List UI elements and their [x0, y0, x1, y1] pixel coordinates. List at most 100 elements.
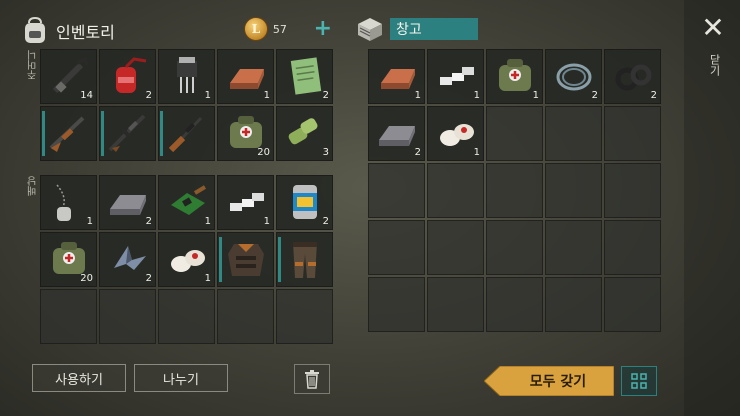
copper-ingot-icon — [381, 69, 415, 89]
trash-icon — [305, 370, 319, 389]
storage-slot[interactable]: 2 — [545, 49, 602, 104]
item-quantity: 20 — [257, 147, 270, 158]
circuit-board-icon — [171, 185, 207, 215]
storage-slot[interactable] — [604, 106, 661, 161]
add-coins-button[interactable]: + — [314, 18, 332, 40]
pocket-slot[interactable]: 2 — [276, 49, 333, 104]
split-button[interactable]: 나누기 — [134, 364, 228, 392]
storage-slot[interactable] — [427, 277, 484, 332]
grid-view-icon — [631, 373, 647, 389]
storage-slot[interactable] — [368, 163, 425, 218]
item-quantity: 2 — [145, 273, 152, 284]
storage-slot[interactable] — [486, 277, 543, 332]
backpack-slot[interactable]: 2 — [99, 175, 156, 230]
item-quantity: 1 — [263, 216, 270, 227]
trash-button[interactable] — [294, 364, 330, 394]
pocket-slot[interactable]: 14 — [40, 49, 97, 104]
storage-slot[interactable] — [486, 220, 543, 275]
backpack-slot[interactable] — [99, 289, 156, 344]
storage-slot[interactable] — [545, 163, 602, 218]
storage-slot[interactable] — [604, 163, 661, 218]
pockets-grid: 14 2 1 1 2 20 3 — [40, 49, 333, 161]
item-quantity: 1 — [532, 90, 539, 101]
shotgun-icon — [49, 116, 85, 152]
backpack-slot[interactable]: 1 — [217, 175, 274, 230]
pocket-slot[interactable]: 1 — [158, 49, 215, 104]
backpack-slot[interactable]: 20 — [40, 232, 97, 287]
backpack-slot[interactable] — [40, 289, 97, 344]
backpack-icon — [25, 17, 45, 43]
storage-slot[interactable]: 1 — [368, 49, 425, 104]
item-quantity: 2 — [414, 147, 421, 158]
rubber-rings-icon — [615, 64, 652, 91]
storage-slot[interactable] — [604, 277, 661, 332]
wire-coil-icon — [556, 63, 592, 91]
backpack-slot[interactable]: 1 — [158, 175, 215, 230]
storage-slot[interactable] — [545, 277, 602, 332]
storage-slot[interactable] — [368, 220, 425, 275]
take-all-label: 모두 갖기 — [529, 374, 587, 390]
item-quantity: 1 — [263, 90, 270, 101]
sort-grid-button[interactable] — [621, 366, 657, 396]
take-all-button[interactable]: 모두 갖기 — [484, 366, 614, 396]
backpack-slot[interactable] — [217, 289, 274, 344]
item-quantity: 2 — [322, 90, 329, 101]
backpack-slot[interactable]: 1 — [40, 175, 97, 230]
notebook-icon — [290, 57, 322, 95]
backpack-label: 배낭 — [28, 176, 39, 196]
iron-ingot-icon — [110, 195, 146, 215]
storage-slot[interactable]: 2 — [604, 49, 661, 104]
aluminum-bars-icon — [230, 193, 264, 211]
item-quantity: 1 — [204, 90, 211, 101]
durability-bar — [42, 111, 45, 156]
storage-slot[interactable]: 1 — [486, 49, 543, 104]
backpack-slot[interactable] — [276, 232, 333, 287]
backpack-slot[interactable] — [276, 289, 333, 344]
storage-grid: 1 1 1 2 2 2 1 — [368, 49, 661, 332]
ammo-cans-icon — [288, 118, 318, 145]
storage-slot[interactable] — [368, 277, 425, 332]
aluminum-bars-icon — [440, 67, 474, 85]
backpack-slot[interactable]: 2 — [276, 175, 333, 230]
storage-slot[interactable]: 2 — [368, 106, 425, 161]
bandage-icon — [171, 250, 205, 272]
medkit-bag-icon — [499, 59, 531, 91]
armored-pants-icon — [293, 242, 317, 278]
backpack-slot[interactable]: 2 — [99, 232, 156, 287]
backpack-slot[interactable] — [158, 289, 215, 344]
storage-slot[interactable] — [545, 220, 602, 275]
item-quantity: 20 — [80, 273, 93, 284]
transistor-icon — [177, 57, 197, 93]
hunting-rifle-icon — [168, 116, 203, 153]
scrap-metal-icon — [114, 246, 146, 270]
item-quantity: 3 — [322, 147, 329, 158]
use-button[interactable]: 사용하기 — [32, 364, 126, 392]
durability-bar — [219, 237, 222, 282]
backpack-slot[interactable]: 1 — [158, 232, 215, 287]
storage-slot[interactable] — [545, 106, 602, 161]
close-button[interactable]: ✕ — [700, 14, 726, 42]
backpack-slot[interactable] — [217, 232, 274, 287]
item-quantity: 1 — [473, 90, 480, 101]
storage-slot[interactable] — [486, 163, 543, 218]
pocket-slot[interactable]: 3 — [276, 106, 333, 161]
pocket-slot[interactable]: 20 — [217, 106, 274, 161]
pocket-slot[interactable] — [99, 106, 156, 161]
assault-rifle-icon — [108, 114, 146, 152]
pockets-label: 주머니 — [28, 50, 39, 80]
pocket-slot[interactable]: 1 — [217, 49, 274, 104]
storage-slot[interactable] — [604, 220, 661, 275]
storage-slot[interactable]: 1 — [427, 106, 484, 161]
pocket-slot[interactable]: 2 — [99, 49, 156, 104]
storage-slot[interactable] — [427, 163, 484, 218]
backpack-grid: 1 2 1 1 2 20 2 1 — [40, 175, 333, 344]
storage-slot[interactable] — [486, 106, 543, 161]
item-quantity: 2 — [145, 216, 152, 227]
durability-bar — [160, 111, 163, 156]
inventory-title: 인벤토리 — [56, 23, 115, 42]
storage-slot[interactable] — [427, 220, 484, 275]
pocket-slot[interactable] — [158, 106, 215, 161]
pocket-slot[interactable] — [40, 106, 97, 161]
dog-tags-icon — [56, 184, 71, 221]
storage-slot[interactable]: 1 — [427, 49, 484, 104]
